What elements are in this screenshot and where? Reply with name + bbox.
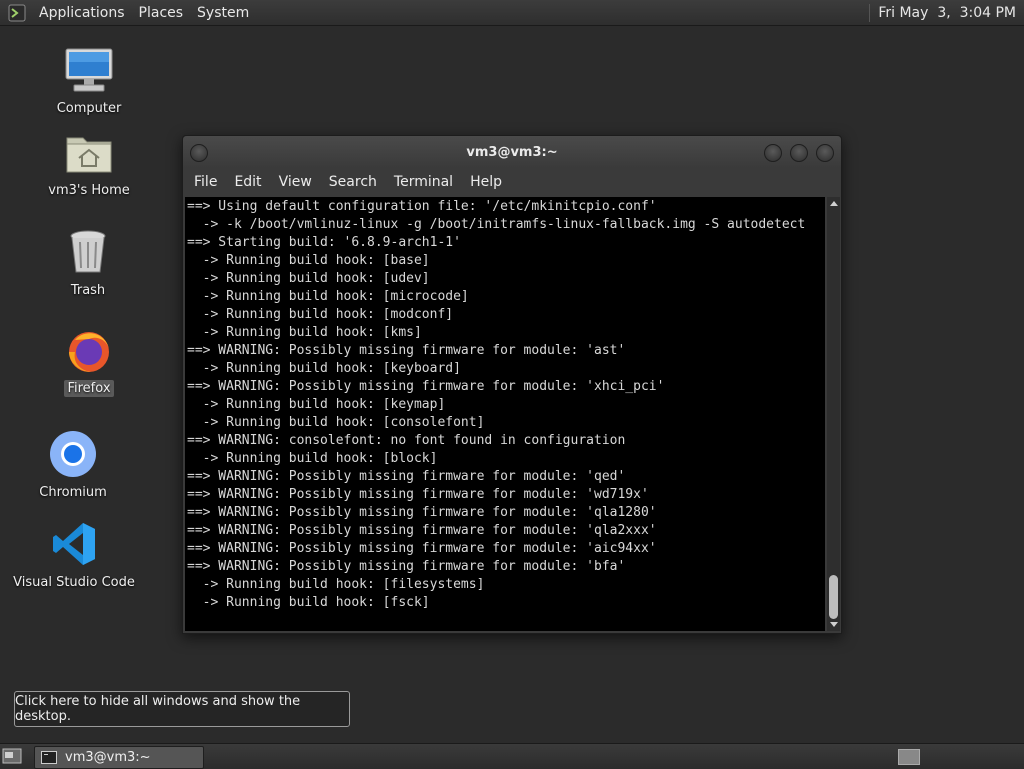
window-menu-button[interactable] (190, 144, 208, 162)
terminal-line: -> Running build hook: [keymap] (187, 397, 446, 412)
desktop-icon-chromium[interactable]: Chromium (38, 428, 108, 501)
top-panel: Applications Places System Fri May 3, 3:… (0, 0, 1024, 26)
clock[interactable]: Fri May 3, 3:04 PM (869, 0, 1024, 25)
close-button[interactable] (816, 144, 834, 162)
show-desktop-icon[interactable] (2, 747, 22, 765)
terminal-line: -> Running build hook: [keyboard] (187, 361, 461, 376)
menu-terminal[interactable]: Terminal (387, 174, 460, 190)
terminal-line: ==> WARNING: Possibly missing firmware f… (187, 379, 665, 394)
terminal-line: -> -k /boot/vmlinuz-linux -g /boot/initr… (187, 217, 806, 232)
terminal-line: ==> WARNING: Possibly missing firmware f… (187, 505, 657, 520)
terminal-line: -> Running build hook: [consolefont] (187, 415, 485, 430)
desktop-icon-label: Visual Studio Code (13, 575, 135, 590)
show-desktop-tooltip: Click here to hide all windows and show … (14, 691, 350, 727)
workspace-switcher[interactable] (898, 749, 920, 765)
scroll-up-arrow-icon[interactable] (830, 201, 838, 206)
minimize-button[interactable] (764, 144, 782, 162)
applications-menu[interactable]: Applications (34, 5, 130, 21)
desktop-icon-label: Computer (56, 101, 122, 116)
terminal-line: -> Running build hook: [modconf] (187, 307, 454, 322)
menu-view[interactable]: View (272, 174, 319, 190)
home-folder-icon (63, 126, 115, 178)
terminal-menubar: File Edit View Search Terminal Help (183, 168, 841, 196)
terminal-logo-icon (8, 4, 26, 21)
terminal-line: -> Running build hook: [kms] (187, 325, 422, 340)
main-menu: Applications Places System (0, 4, 254, 22)
desktop-icon-label: vm3's Home (48, 183, 130, 198)
desktop-icon-label: Trash (70, 283, 106, 298)
maximize-button[interactable] (790, 144, 808, 162)
menu-help[interactable]: Help (463, 174, 509, 190)
terminal-line: ==> WARNING: Possibly missing firmware f… (187, 541, 657, 556)
desktop-icon-firefox[interactable]: Firefox (58, 324, 120, 397)
terminal-scrollbar[interactable] (827, 197, 840, 631)
desktop-icon-vscode[interactable]: Visual Studio Code (13, 518, 135, 591)
scrollbar-thumb[interactable] (829, 575, 838, 619)
terminal-window[interactable]: vm3@vm3:~ File Edit View Search Terminal… (182, 135, 842, 634)
vscode-icon (48, 518, 100, 570)
window-title: vm3@vm3:~ (466, 144, 558, 160)
menu-search[interactable]: Search (322, 174, 384, 190)
terminal-line: ==> WARNING: Possibly missing firmware f… (187, 523, 657, 538)
terminal-line: ==> WARNING: consolefont: no font found … (187, 433, 626, 448)
terminal-line: -> Running build hook: [fsck] (187, 595, 430, 610)
trash-icon (62, 226, 114, 278)
terminal-line: -> Running build hook: [microcode] (187, 289, 469, 304)
chromium-icon (47, 428, 99, 480)
clock-label: Fri May 3, 3:04 PM (878, 4, 1016, 21)
panel-separator (869, 3, 871, 22)
terminal-line: ==> WARNING: Possibly missing firmware f… (187, 559, 626, 574)
menu-edit[interactable]: Edit (227, 174, 268, 190)
terminal-line: -> Running build hook: [udev] (187, 271, 430, 286)
desktop-icon-trash[interactable]: Trash (58, 226, 118, 299)
tooltip-text: Click here to hide all windows and show … (15, 694, 301, 724)
terminal-line: ==> Starting build: '6.8.9-arch1-1' (187, 235, 461, 250)
terminal-line: ==> WARNING: Possibly missing firmware f… (187, 469, 626, 484)
scroll-down-arrow-icon[interactable] (830, 622, 838, 627)
system-menu[interactable]: System (192, 5, 254, 21)
desktop-icon-home[interactable]: vm3's Home (46, 126, 132, 199)
desktop-icon-computer[interactable]: Computer (56, 44, 122, 117)
terminal-line: ==> Using default configuration file: '/… (187, 199, 657, 214)
bottom-panel: vm3@vm3:~ (0, 743, 1024, 769)
computer-icon (63, 44, 115, 96)
terminal-line: -> Running build hook: [block] (187, 451, 438, 466)
places-menu[interactable]: Places (134, 5, 189, 21)
terminal-line: ==> WARNING: Possibly missing firmware f… (187, 343, 626, 358)
terminal-icon (41, 751, 57, 764)
terminal-line: -> Running build hook: [filesystems] (187, 577, 485, 592)
taskbar-button-terminal[interactable]: vm3@vm3:~ (34, 746, 204, 769)
terminal-lines: ==> Using default configuration file: '/… (185, 197, 825, 612)
firefox-icon (63, 324, 115, 376)
menu-file[interactable]: File (187, 174, 224, 190)
desktop-icon-label: Chromium (39, 485, 107, 500)
terminal-output[interactable]: ==> Using default configuration file: '/… (185, 197, 825, 631)
taskbar-button-label: vm3@vm3:~ (65, 750, 151, 765)
desktop-icon-label: Firefox (64, 380, 114, 397)
window-titlebar[interactable]: vm3@vm3:~ (183, 136, 841, 168)
terminal-line: ==> WARNING: Possibly missing firmware f… (187, 487, 649, 502)
terminal-line: -> Running build hook: [base] (187, 253, 430, 268)
